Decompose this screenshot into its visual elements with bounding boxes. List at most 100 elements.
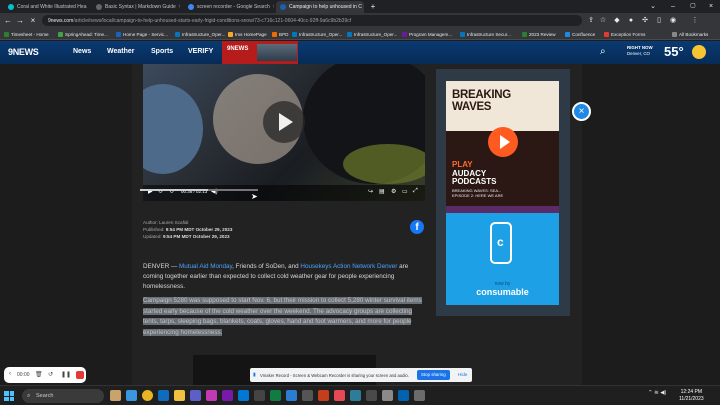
bookmark-item[interactable]: Timesheet - Home [4,30,49,38]
address-bar[interactable]: 9news.com /article/news/local/campaign-t… [42,15,582,26]
menu-icon[interactable]: ⋮ [690,16,700,26]
restart-icon[interactable]: ↺ [48,371,53,378]
task-view-icon[interactable] [126,390,137,401]
close-tab-icon[interactable]: × [270,4,274,10]
system-tray[interactable]: ⌃ ≋ ◀) [648,390,666,396]
bookmark-label: Home Page - Servic... [123,31,168,37]
stop-icon[interactable]: × [28,16,38,26]
weather-widget[interactable]: RIGHT NOW Denver, CO [627,45,653,57]
back-icon[interactable]: ← [3,16,13,26]
profile-avatar-icon[interactable]: ◉ [668,16,678,26]
tab-4-active[interactable]: Campaign to help unhoused in C × [276,1,364,13]
app-icon[interactable] [206,390,217,401]
powerpoint-icon[interactable] [318,390,329,401]
ad-play-icon[interactable] [488,127,518,157]
tab-favicon-icon [280,4,286,10]
app-icon[interactable] [302,390,313,401]
breaking-waves-ad[interactable]: BREAKING WAVES PLAY AUDACY PODCASTS BREAKIN… [446,81,559,206]
share-banner-text: Vmaker Record - Screen & Webcam Recorder… [260,373,409,378]
bookmark-item[interactable]: Confluence [565,30,595,38]
bookmark-favicon-icon [347,31,352,37]
outlook-icon[interactable] [238,390,249,401]
tab-3[interactable]: screen recorder - Google Search × [184,1,274,13]
teams-icon[interactable] [190,390,201,401]
edge-icon[interactable] [158,390,169,401]
nav-sports[interactable]: Sports [151,48,173,55]
widgets-icon[interactable] [110,390,121,401]
close-tab-icon[interactable]: × [176,4,180,10]
delete-icon[interactable]: 🗑 [35,371,43,378]
captions-icon[interactable]: ▤ [379,188,385,195]
bookmark-item[interactable]: Exception Forms [604,30,645,38]
picture-in-picture-icon[interactable]: ▭ [402,188,408,195]
onenote-icon[interactable] [222,390,233,401]
video-controls: ▶ ↺ ↻ 00:38 / 02:13 ◀) ↪ ▤ ⚙ ▭ ⤢ [143,185,425,201]
tab-search-icon[interactable]: ⌄ [644,0,662,13]
bookmark-item[interactable]: Infrastructure Secur... [460,30,511,38]
stop-recording-icon[interactable] [76,371,84,379]
bookmark-item[interactable]: Program Managem... [402,30,452,38]
hide-banner-button[interactable]: Hide [458,370,467,380]
nav-weather[interactable]: Weather [107,48,135,55]
windows-start-icon[interactable] [4,391,14,401]
bookmark-item[interactable]: Ims HomePage [228,30,267,38]
share-video-icon[interactable]: ↪ [368,188,373,195]
pause-icon[interactable]: ❚❚ [61,371,71,378]
consumable-ad[interactable]: c now by consumable [446,213,559,305]
bookmark-item[interactable]: Infrastructure_Oper... [292,30,342,38]
collapse-icon[interactable]: ‹ [9,371,11,377]
play-icon[interactable] [263,101,305,143]
bookmark-item[interactable]: Infrastructure_Oper... [175,30,225,38]
sidebar-icon[interactable]: ▯ [654,16,664,26]
app-icon[interactable] [334,390,345,401]
close-ad-icon[interactable]: × [572,102,591,121]
bookmark-star-icon[interactable]: ☆ [598,16,608,26]
bookmark-item[interactable]: BPD [272,30,288,38]
app-icon[interactable] [366,390,377,401]
file-explorer-icon[interactable] [174,390,185,401]
tab-2[interactable]: Basic Syntax | Markdown Guide × [92,1,180,13]
close-window-icon[interactable]: × [702,0,720,13]
video-progress-bar[interactable] [140,189,258,191]
search-icon[interactable]: ⌕ [600,46,606,57]
taskbar-search[interactable]: ⌕ Search [22,389,104,403]
tray-chevron-icon[interactable]: ⌃ [648,390,653,396]
app-icon[interactable] [350,390,361,401]
app-icon[interactable] [382,390,393,401]
bookmark-item[interactable]: 2023 Review [522,30,556,38]
bookmark-item[interactable]: SpringAhead: Time... [58,30,108,38]
tab-1[interactable]: Coral and White Illustrated Hea × [4,1,88,13]
site-logo[interactable]: 9NEWS [8,47,39,57]
app-icon[interactable] [254,390,265,401]
bookmark-favicon-icon [58,31,63,37]
facebook-share-icon[interactable]: f [410,220,424,234]
all-bookmarks-button[interactable]: All Bookmarks [672,30,708,38]
bookmark-item[interactable]: Infrastructure_Oper... [347,30,397,38]
word-icon[interactable] [286,390,297,401]
nav-news[interactable]: News [73,48,91,55]
volume-icon[interactable]: ◀) [660,390,666,396]
live-stream-button[interactable]: 9NEWS [222,41,298,64]
link-housekeys-action-network[interactable]: Housekeys Action Network Denver [300,263,397,270]
settings-gear-icon[interactable]: ⚙ [391,188,396,195]
bookmark-item[interactable]: Home Page - Servic... [116,30,168,38]
stop-sharing-button[interactable]: Stop sharing [417,370,450,380]
excel-icon[interactable] [270,390,281,401]
link-mutual-aid-monday[interactable]: Mutual Aid Monday [179,263,232,270]
app-icon[interactable] [398,390,409,401]
maximize-icon[interactable]: ▢ [684,0,702,13]
wifi-icon[interactable]: ≋ [654,390,659,396]
extension-icon[interactable]: ◆ [612,16,622,26]
nav-verify[interactable]: VERIFY [188,48,213,55]
forward-icon[interactable]: → [15,16,25,26]
chrome-icon[interactable] [142,390,153,401]
close-tab-icon[interactable]: × [86,4,88,10]
fullscreen-icon[interactable]: ⤢ [413,188,418,195]
minimize-icon[interactable]: – [664,0,682,13]
taskbar-clock[interactable]: 12:24 PM 11/21/2023 [679,389,704,402]
share-icon[interactable]: ⇪ [586,16,596,26]
extension-icon[interactable]: ● [626,16,636,26]
app-icon[interactable] [414,390,425,401]
extensions-puzzle-icon[interactable]: ✣ [640,16,650,26]
new-tab-icon[interactable]: + [364,0,382,13]
